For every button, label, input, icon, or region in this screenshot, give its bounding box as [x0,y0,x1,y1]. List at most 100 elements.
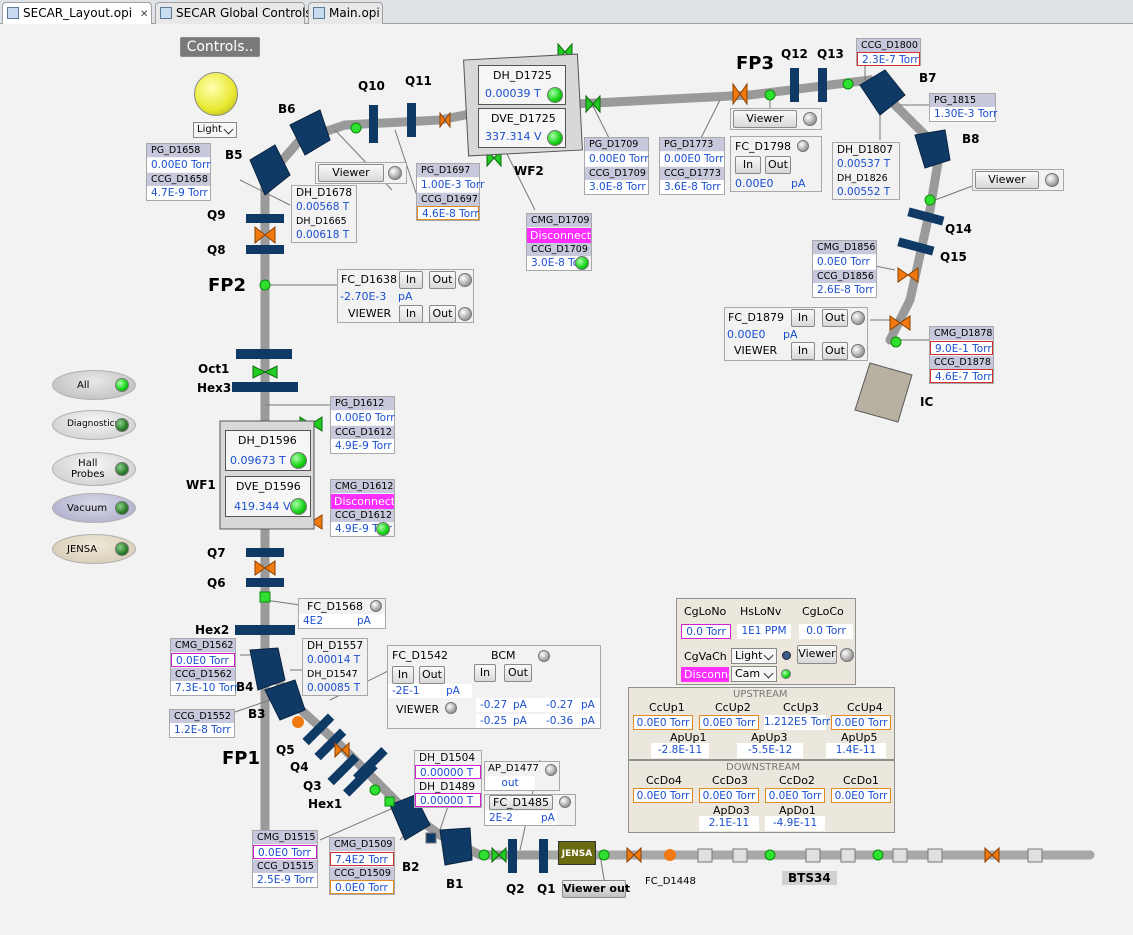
gauge-value: 0.0E0 Torr [813,255,876,269]
status-led [445,702,457,714]
fc-out-button[interactable]: Out [419,666,445,684]
status-led [840,648,854,662]
cgloco-label: CgLoCo [802,605,844,618]
viewer-button[interactable]: Viewer [318,164,384,182]
status-led [290,498,307,515]
bcm-readout-row2: -0.25 pA -0.36 pA [476,714,600,728]
fc-out-button[interactable]: Out [765,156,791,174]
mode-hall-probes-button[interactable]: Hall Probes [52,452,136,486]
ccdo2-label: CcDo2 [779,774,815,787]
gauge-value: 0.00E0 Torr [331,411,395,425]
controls-button[interactable]: Controls.. [180,37,260,57]
label-q11: Q11 [405,74,432,88]
gauge-cmg-d1612: CMG_D1612 Disconnected CCG_D1612 4.9E-9 … [330,479,395,537]
label-q14: Q14 [945,222,972,236]
fc-in-button[interactable]: In [791,309,815,327]
mode-all-button[interactable]: All [52,370,136,400]
probe-value: 0.00000 T [415,793,481,807]
label-b6: B6 [278,102,296,116]
viewer-out-button[interactable]: Viewer out [562,880,630,898]
cgloco-value: 0.0 Torr [799,624,853,639]
gauge-pg-d1612: PG_D1612 0.00E0 Torr CCG_D1612 4.9E-9 To… [330,396,395,454]
light-indicator-icon [194,72,238,116]
fc-in-button[interactable]: In [399,271,423,289]
ccup3-value: 1.212E5 Torr [764,715,831,730]
wf1-dve-panel: DVE_D1596 419.344 V [225,476,311,517]
fc-label: FC_D1638 [341,273,397,286]
gauge-label: CMG_D1709 [527,214,591,227]
status-led [547,130,563,146]
jensa-target[interactable]: JENSA [558,841,596,865]
gauge-label: CMG_D1856 [813,241,876,254]
gauge-label: CMG_D1562 [171,639,235,652]
light-select[interactable]: Light [193,122,237,138]
gauge-label: CCG_D1697 [417,193,479,206]
fc-unit: pA [357,615,371,627]
gauge-label: CCG_D1773 [660,167,724,180]
wf1-dh-panel: DH_D1596 0.09673 T [225,430,311,471]
viewer-in-button[interactable]: In [399,305,423,323]
gauge-cmg-d1856: CMG_D1856 0.0E0 Torr CCG_D1856 2.6E-8 To… [812,240,877,298]
cglono-label: CgLoNo [684,605,727,618]
probe-label: DH_D1547 [303,668,367,682]
fc-unit: pA [783,328,798,341]
mode-vacuum-button[interactable]: Vacuum [52,493,136,523]
bcm-unit: pA [581,699,595,711]
gauge-label: CCG_D1856 [813,270,876,283]
label-fp2: FP2 [208,275,247,296]
fc-in-button[interactable]: In [392,666,414,684]
ccup1-label: CcUp1 [649,701,685,714]
gauge-label: CCG_D1515 [253,860,317,873]
probe-label: DH_D1489 [415,780,481,794]
status-led [782,651,791,660]
ccup1-value: 0.0E0 Torr [633,715,693,730]
mode-jensa-button[interactable]: JENSA [52,534,136,564]
ion-chamber-icon [854,362,913,423]
label-b7: B7 [919,71,937,85]
hslonv-label: HsLoNv [740,605,782,618]
fc-out-button[interactable]: Out [822,309,848,327]
mode-label: Vacuum [67,502,108,514]
bcm-out-button[interactable]: Out [504,664,532,682]
label-q15: Q15 [940,250,967,264]
gauge-value: 4.7E-9 Torr [147,186,210,200]
gauge-value: 3.0E-8 Torr [527,256,588,270]
fc-label: FC_D1879 [728,311,784,324]
fc-unit: pA [446,685,460,697]
light-select[interactable]: Light [731,648,777,664]
ccup2-value: 0.0E0 Torr [699,715,759,730]
probe-label: DH_D1665 [292,215,356,229]
bcm-label: BCM [491,649,516,662]
gauge-label: CCG_D1878 [930,356,993,369]
viewer-label: VIEWER [734,344,778,357]
mode-label: Diagnostics [67,419,120,430]
gauge-value: 9.0E-1 Torr [930,341,993,355]
viewer-button[interactable]: Viewer [797,645,837,664]
status-led [803,112,817,126]
fc-in-button[interactable]: In [735,156,761,174]
status-led [115,462,129,476]
status-led [115,418,129,432]
gauge-pg-d1709: PG_D1709 0.00E0 Torr CCG_D1709 3.0E-8 To… [584,137,649,195]
mode-diagnostics-button[interactable]: Diagnostics [52,410,136,440]
viewer-button[interactable]: Viewer [975,171,1039,189]
viewer-out-button[interactable]: Out [429,305,456,323]
hall-probe-dh-d1557: DH_D1557 0.00014 T DH_D1547 0.00085 T [302,638,368,696]
fc-out-button[interactable]: Out [429,271,456,289]
gauge-value: 4.6E-8 Torr [417,206,479,220]
fc-readout: 4E2 pA [299,614,385,628]
downstream-panel: DOWNSTREAM CcDo4 CcDo3 CcDo2 CcDo1 0.0E0… [628,760,895,833]
viewer-label: VIEWER [348,307,392,320]
cam-select[interactable]: Cam [731,666,777,682]
status-led [115,501,129,515]
ccdo4-value: 0.0E0 Torr [633,788,693,803]
viewer-out-button[interactable]: Out [822,342,848,360]
fc-readout: -2E-1 pA [388,684,472,698]
fc-button[interactable]: FC_D1485 [489,795,553,810]
gauge-label: CCG_D1800 [857,39,920,52]
fc-unit: pA [398,290,413,303]
viewer-button[interactable]: Viewer [733,110,797,128]
bcm-in-button[interactable]: In [474,664,496,682]
hall-probe-dh-d1807: DH_D1807 0.00537 T DH_D1826 0.00552 T [832,142,900,200]
viewer-in-button[interactable]: In [791,342,815,360]
